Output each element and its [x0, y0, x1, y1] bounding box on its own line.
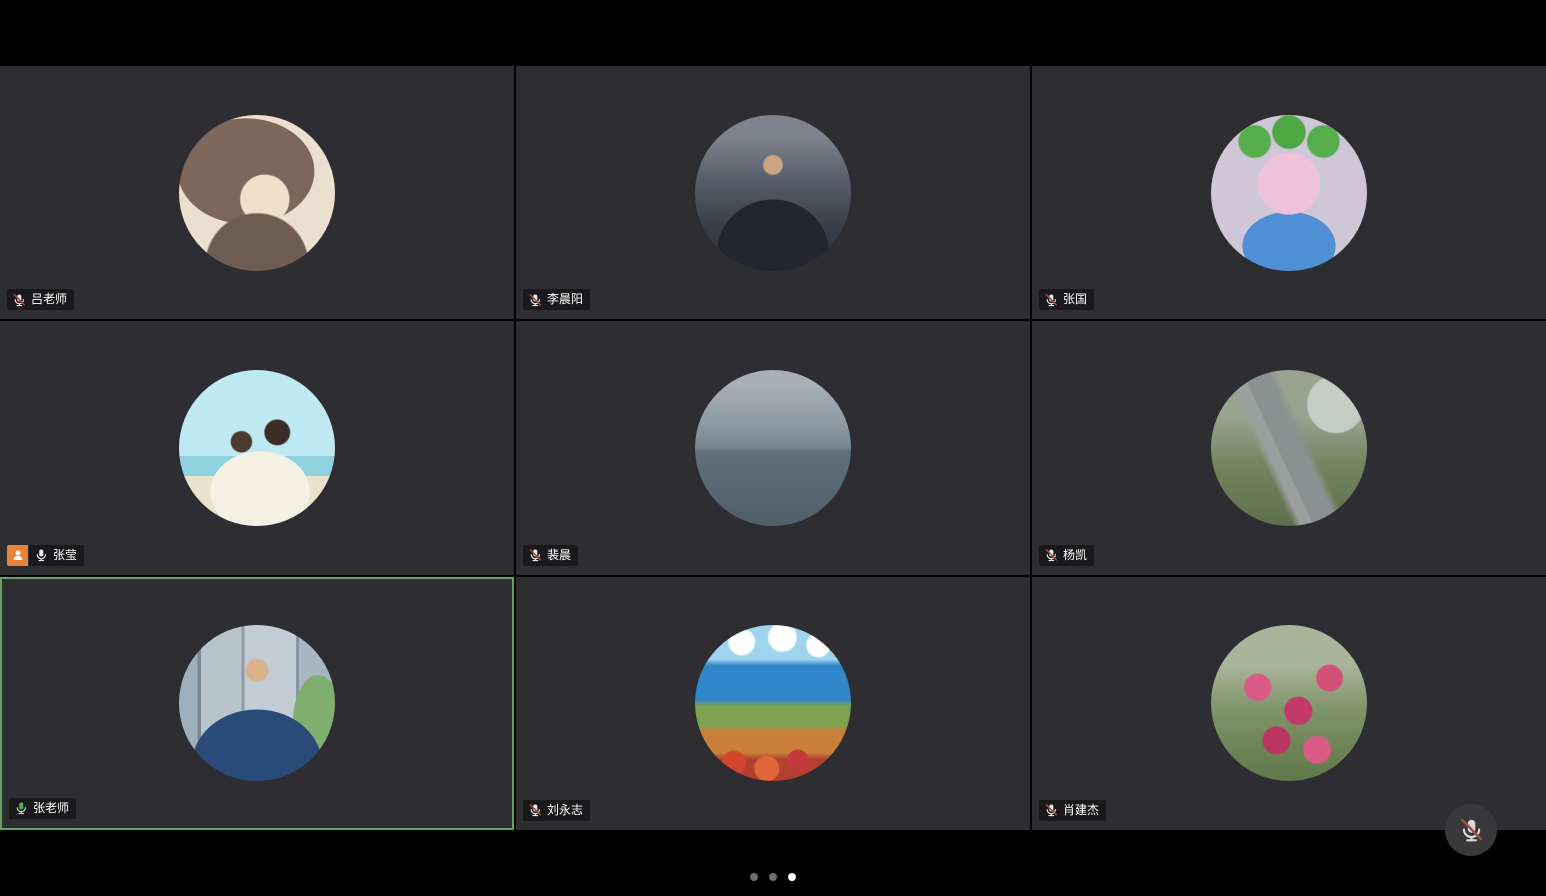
participant-name: 裴晨 [547, 545, 571, 566]
participant-tile-li-chenyang[interactable]: 李晨阳 [516, 66, 1030, 319]
name-plate: 裴晨 [523, 545, 578, 566]
participant-name: 张老师 [33, 798, 69, 819]
participant-name: 吕老师 [31, 289, 67, 310]
page-dot-3[interactable] [788, 873, 796, 881]
person-badge-icon [7, 545, 28, 566]
participant-tile-liu-yongzhi[interactable]: 刘永志 [516, 577, 1030, 830]
participant-tile-yang-kai[interactable]: 杨凯 [1032, 321, 1546, 574]
mic-muted-icon [528, 293, 542, 307]
participant-name: 张莹 [53, 545, 77, 566]
page-dot-2[interactable] [769, 873, 777, 881]
mic-muted-icon [12, 293, 26, 307]
mic-muted-icon [528, 803, 542, 817]
participant-tile-xiao-jianjie[interactable]: 肖建杰 [1032, 577, 1546, 830]
mic-muted-icon [1458, 817, 1484, 843]
name-plate: 张莹 [7, 545, 84, 566]
participant-tile-zhang-laoshi[interactable]: 张老师 [0, 577, 514, 830]
mic-muted-icon [1044, 293, 1058, 307]
name-plate: 吕老师 [7, 289, 74, 310]
participant-grid: 吕老师 李晨阳 张国 [0, 66, 1546, 830]
avatar [695, 625, 851, 781]
mic-muted-icon [1044, 548, 1058, 562]
avatar [1211, 625, 1367, 781]
mic-on-icon [34, 548, 48, 562]
avatar [179, 625, 335, 781]
participant-name: 杨凯 [1063, 545, 1087, 566]
participant-name: 张国 [1063, 289, 1087, 310]
meeting-window: 吕老师 李晨阳 张国 [0, 0, 1546, 896]
participant-tile-pei-chen[interactable]: 裴晨 [516, 321, 1030, 574]
microphone-mute-button[interactable] [1445, 804, 1497, 856]
page-dot-1[interactable] [750, 873, 758, 881]
page-indicator [0, 870, 1546, 884]
participant-tile-zhang-guo[interactable]: 张国 [1032, 66, 1546, 319]
avatar [179, 115, 335, 271]
name-plate: 张国 [1039, 289, 1094, 310]
name-plate: 张老师 [9, 798, 76, 819]
name-plate: 李晨阳 [523, 289, 590, 310]
name-plate: 刘永志 [523, 800, 590, 821]
mic-speaking-icon [14, 801, 28, 815]
participant-name: 刘永志 [547, 800, 583, 821]
participant-name: 李晨阳 [547, 289, 583, 310]
name-plate: 杨凯 [1039, 545, 1094, 566]
name-plate: 肖建杰 [1039, 800, 1106, 821]
mic-muted-icon [1044, 803, 1058, 817]
avatar [695, 115, 851, 271]
participant-tile-zhang-ying[interactable]: 张莹 [0, 321, 514, 574]
participant-name: 肖建杰 [1063, 800, 1099, 821]
avatar [179, 370, 335, 526]
avatar [695, 370, 851, 526]
participant-tile-lv-laoshi[interactable]: 吕老师 [0, 66, 514, 319]
mic-muted-icon [528, 548, 542, 562]
avatar [1211, 370, 1367, 526]
avatar [1211, 115, 1367, 271]
